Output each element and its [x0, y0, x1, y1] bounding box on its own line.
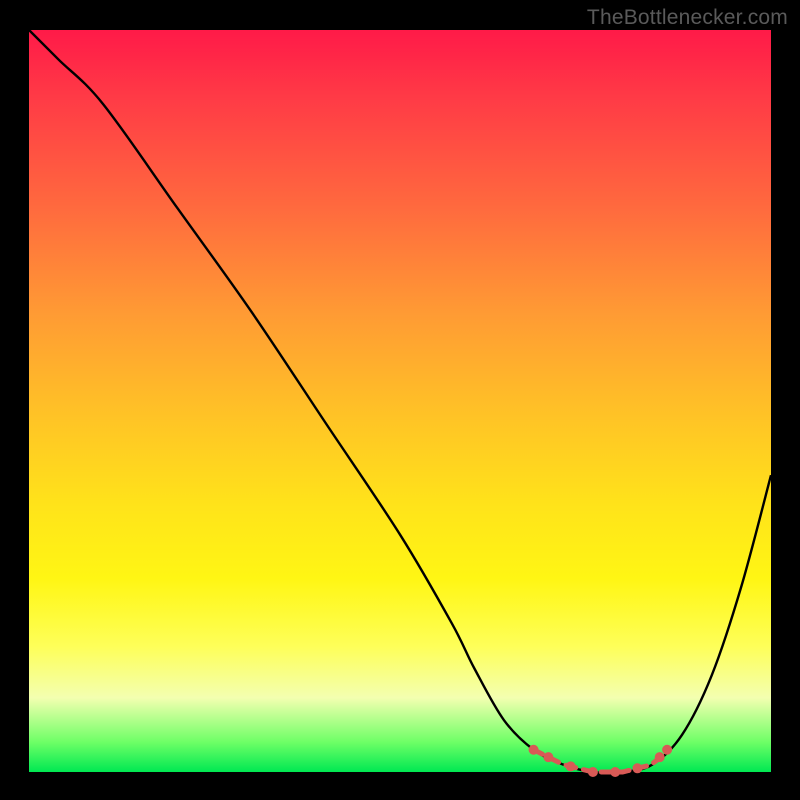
highlight-segment [534, 750, 668, 772]
curve-layer [29, 30, 771, 772]
attribution-text: TheBottlenecker.com [587, 6, 788, 30]
plot-area [29, 30, 771, 772]
highlight-marker [663, 745, 672, 754]
highlight-marker [633, 764, 642, 773]
chart-container: TheBottlenecker.com [0, 0, 800, 800]
highlight-marker [544, 753, 553, 762]
bottleneck-curve [29, 30, 771, 773]
highlight-marker [566, 762, 575, 771]
highlight-marker [611, 768, 620, 777]
highlight-markers [529, 745, 672, 776]
highlight-marker [655, 753, 664, 762]
highlight-marker [588, 768, 597, 777]
highlight-marker [529, 745, 538, 754]
